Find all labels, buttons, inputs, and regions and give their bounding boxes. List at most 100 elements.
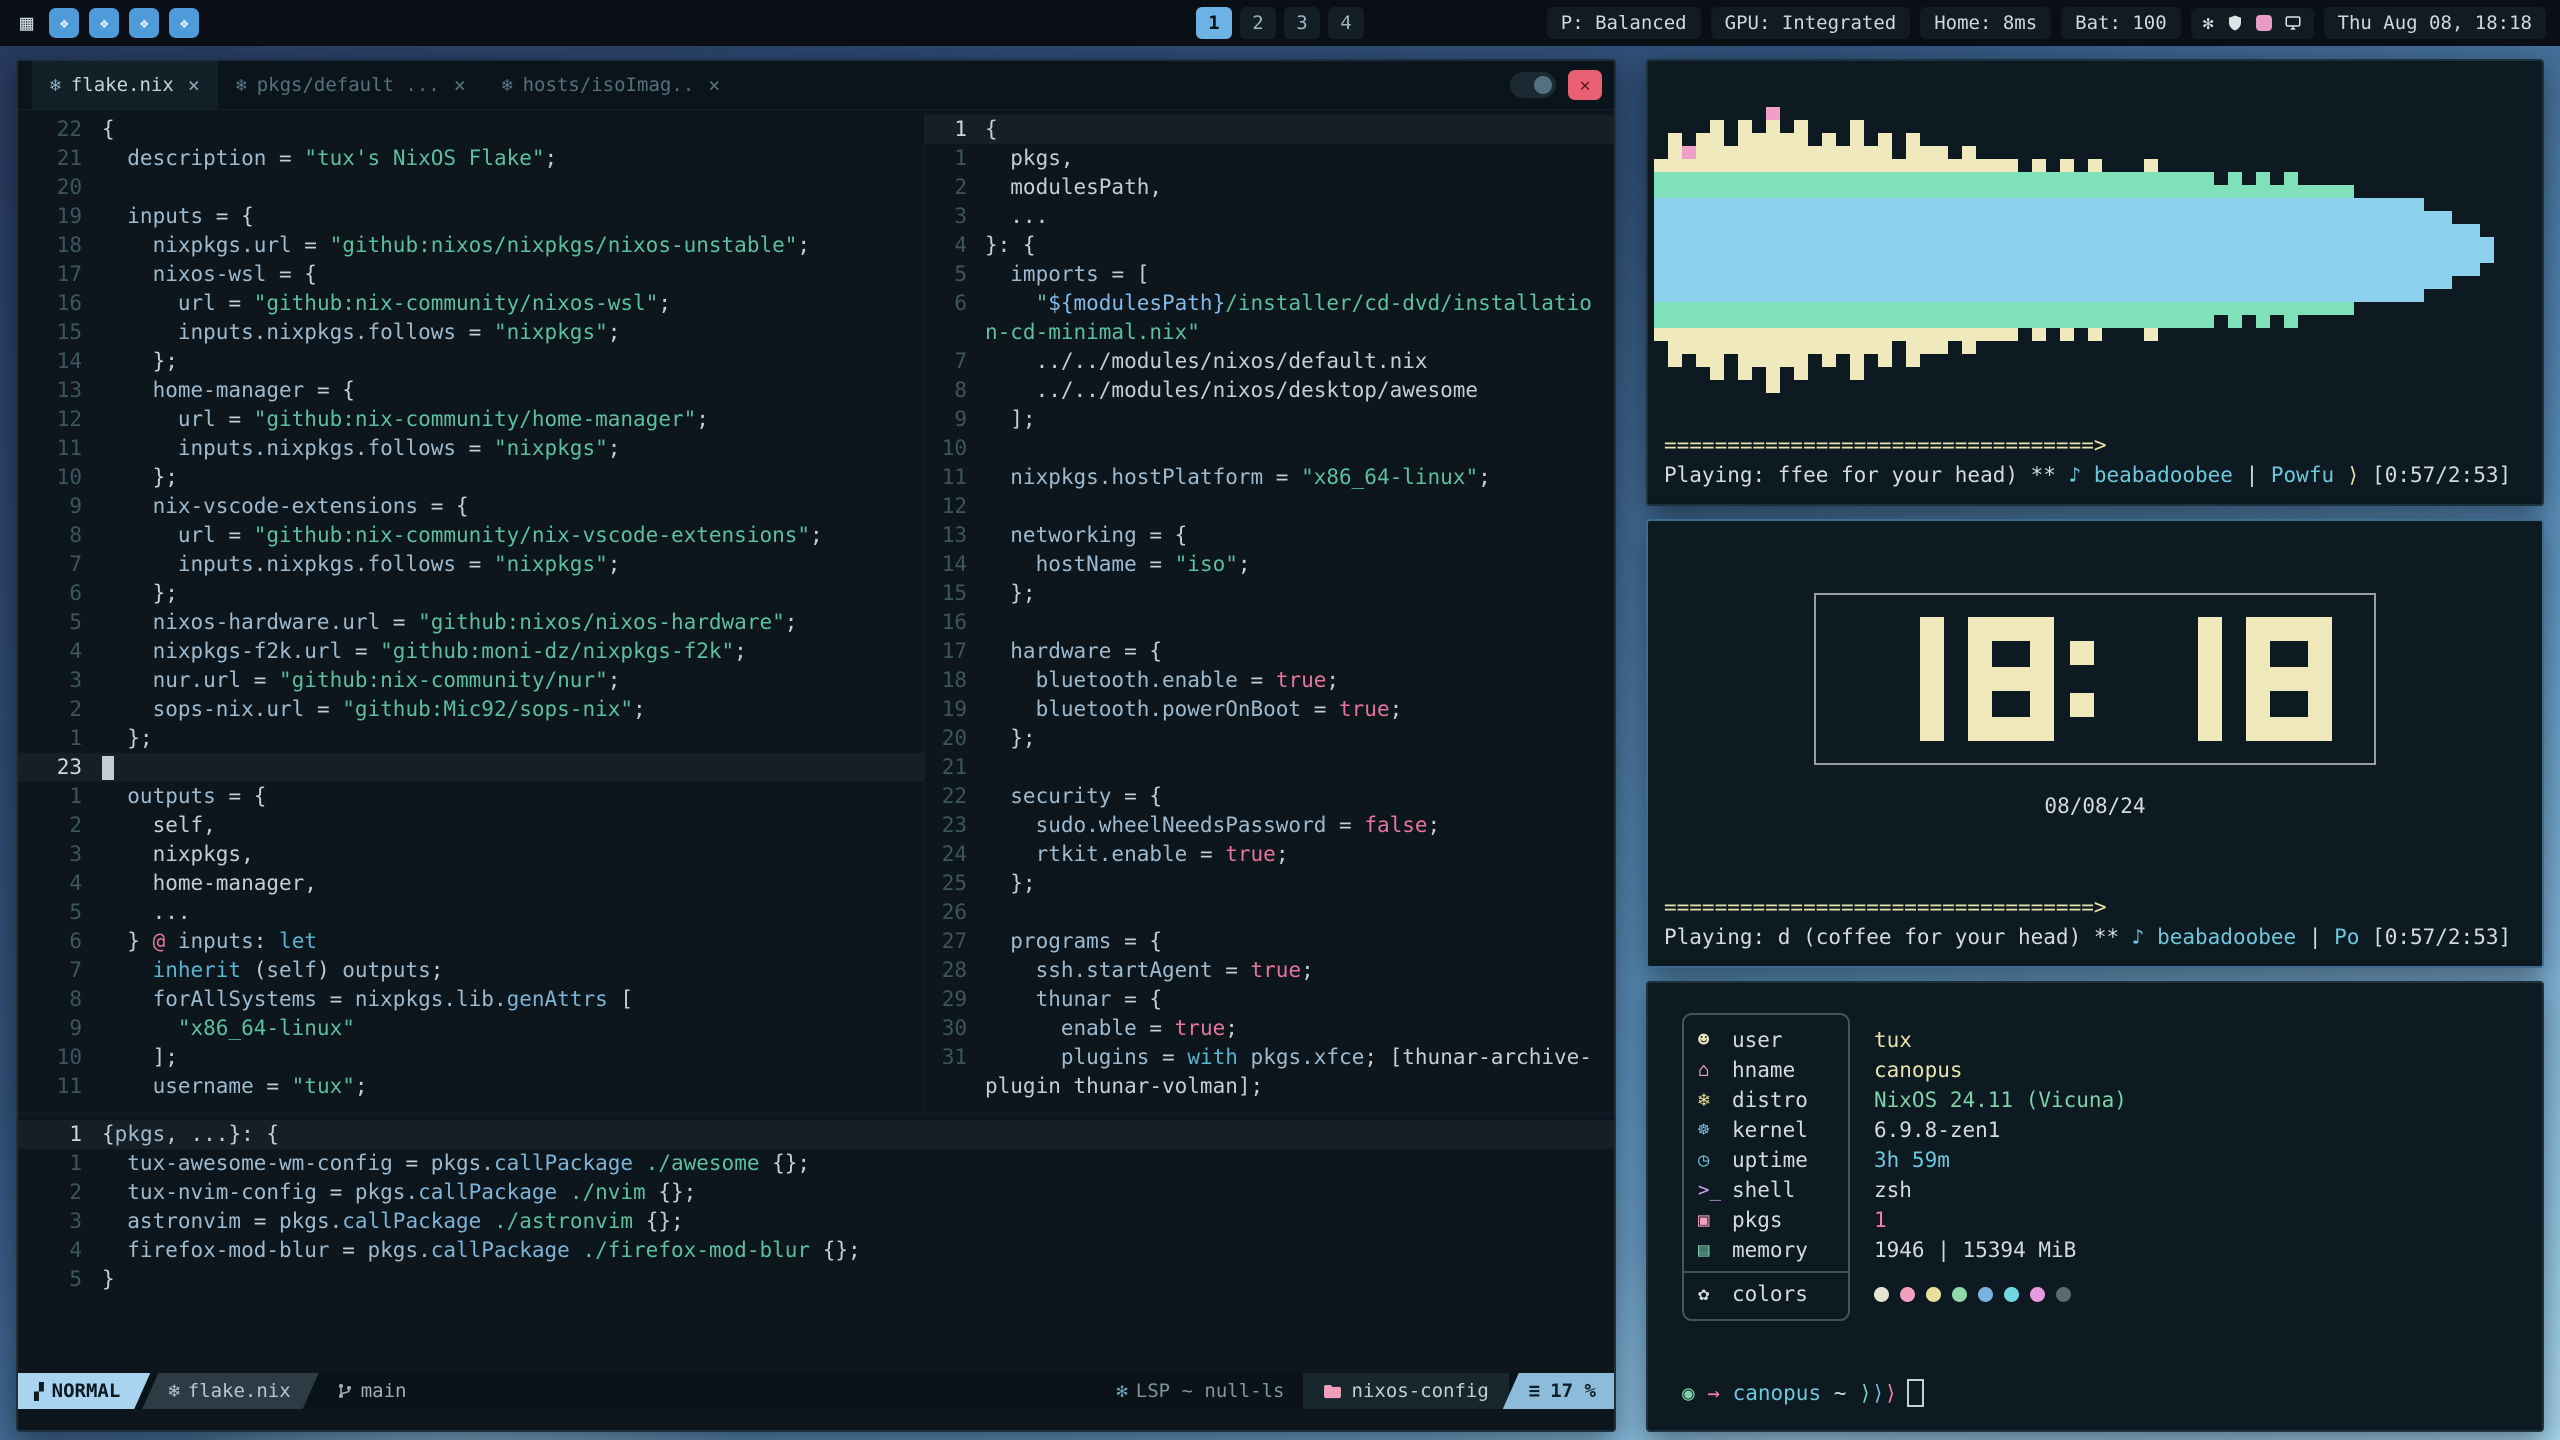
- nix-icon: ❄: [50, 75, 61, 96]
- fetch-value: NixOS 24.11 (Vicuna): [1874, 1085, 2127, 1115]
- tab-flake-nix[interactable]: ❄ flake.nix ×: [32, 61, 218, 109]
- taskbar-app-icon[interactable]: ❖: [49, 8, 79, 38]
- visualizer-column: [1808, 146, 1822, 354]
- nix-icon: ❄: [502, 75, 513, 96]
- code-line: 1 tux-awesome-wm-config = pkgs.callPacka…: [18, 1149, 1614, 1178]
- statusline: ▞NORMAL ❄flake.nix main ✻LSP ~ null-ls n…: [18, 1373, 1614, 1409]
- palette-dot: [1900, 1287, 1915, 1302]
- visualizer-column: [2200, 172, 2214, 328]
- visualizer-column: [2396, 198, 2410, 302]
- shell-icon: >_: [1698, 1175, 1732, 1205]
- visualizer-column: [2074, 172, 2088, 328]
- close-icon[interactable]: ×: [184, 73, 200, 97]
- now-playing-line: Playing: d (coffee for your head) ** ♪ b…: [1664, 922, 2526, 952]
- fetch-labels-box: ☻user⌂hname❄distro☸kernel◷uptime>_shell▣…: [1682, 1013, 1850, 1321]
- code-line: 4 home-manager,: [18, 869, 924, 898]
- toggle-switch[interactable]: [1510, 72, 1556, 98]
- tag-4[interactable]: 4: [1328, 7, 1364, 39]
- code-line: 6 "${modulesPath}/installer/cd-dvd/insta…: [925, 289, 1614, 318]
- fetch-value-row: tux: [1874, 1025, 2127, 1055]
- visualizer-column: [1668, 133, 1682, 367]
- code-line: plugin thunar-volman];: [925, 1072, 1614, 1101]
- close-icon[interactable]: ×: [704, 73, 720, 97]
- visualizer-window[interactable]: ==================================> Play…: [1646, 59, 2544, 506]
- fetch-label: memory: [1732, 1235, 1808, 1265]
- datetime[interactable]: Thu Aug 08, 18:18: [2324, 7, 2546, 39]
- fetch-row: ☸kernel: [1698, 1115, 1834, 1145]
- visualizer-column: [1682, 146, 1696, 354]
- code-line: 10 ];: [18, 1043, 924, 1072]
- tag-3[interactable]: 3: [1284, 7, 1320, 39]
- visualizer-column: [1766, 107, 1780, 393]
- fan-icon[interactable]: ✻: [2203, 13, 2214, 34]
- scroll-progress: ≡17 %: [1503, 1373, 1614, 1409]
- visualizer-column: [2368, 198, 2382, 302]
- tag-1[interactable]: 1: [1196, 7, 1232, 39]
- visualizer-column: [1864, 146, 1878, 354]
- visualizer-column: [1906, 133, 1920, 367]
- color-picker-icon[interactable]: [2256, 15, 2272, 31]
- fetch-value: canopus: [1874, 1055, 1963, 1085]
- clock-window[interactable]: 08/08/24 ===============================…: [1646, 519, 2544, 968]
- visualizer-column: [2032, 159, 2046, 341]
- fetch-label: shell: [1732, 1175, 1795, 1205]
- visualizer-column: [1850, 120, 1864, 380]
- taskbar-app-icon[interactable]: ❖: [129, 8, 159, 38]
- screen-icon[interactable]: [2284, 14, 2302, 32]
- visualizer-column: [1724, 146, 1738, 354]
- shield-icon[interactable]: [2226, 14, 2244, 32]
- visualizer-column: [1976, 159, 1990, 341]
- code-line: 4 nixpkgs-f2k.url = "github:moni-dz/nixp…: [18, 637, 924, 666]
- tab-hosts-isoimage[interactable]: ❄ hosts/isoImag.. ×: [484, 61, 738, 109]
- kernel-icon: ☸: [1698, 1115, 1732, 1145]
- editor-pane-pkgs-default[interactable]: 1{pkgs, ...}: {1 tux-awesome-wm-config =…: [18, 1113, 1614, 1373]
- git-branch: main: [319, 1373, 425, 1409]
- app-launcher-icon[interactable]: ▦: [14, 11, 39, 36]
- visualizer-column: [1948, 159, 1962, 341]
- code-line: 15 };: [925, 579, 1614, 608]
- taskbar-app-icon[interactable]: ❖: [89, 8, 119, 38]
- fetch-window[interactable]: ☻user⌂hname❄distro☸kernel◷uptime>_shell▣…: [1646, 981, 2544, 1432]
- editor-pane-flake-nix[interactable]: 22{21 description = "tux's NixOS Flake";…: [18, 110, 924, 1113]
- code-line: 7 ../../modules/nixos/default.nix: [925, 347, 1614, 376]
- code-line: 14 hostName = "iso";: [925, 550, 1614, 579]
- shell-prompt[interactable]: ◉ → canopus ~ ⟩⟩⟩: [1682, 1378, 2512, 1408]
- code-line: 11 inputs.nixpkgs.follows = "nixpkgs";: [18, 434, 924, 463]
- code-line: 5}: [18, 1265, 1614, 1294]
- code-line: 20: [18, 173, 924, 202]
- visualizer-column: [2354, 198, 2368, 302]
- visualizer-column: [2410, 198, 2424, 302]
- code-line: 21: [925, 753, 1614, 782]
- visualizer-column: [2172, 172, 2186, 328]
- palette-dot: [1978, 1287, 1993, 1302]
- code-line: 30 enable = true;: [925, 1014, 1614, 1043]
- memory-icon: ▤: [1698, 1235, 1732, 1265]
- fetch-row: ▤memory: [1698, 1235, 1834, 1265]
- distro-icon: ❄: [1698, 1085, 1732, 1115]
- command-line[interactable]: [18, 1409, 1614, 1430]
- lines-icon: ≡: [1529, 1380, 1540, 1402]
- visualizer-column: [2424, 211, 2438, 289]
- code-line: 23 sudo.wheelNeedsPassword = false;: [925, 811, 1614, 840]
- editor-pane-iso-image[interactable]: 1{1 pkgs,2 modulesPath,3 ...4}: {5 impor…: [924, 110, 1614, 1113]
- fetch-value-row: 1946 | 15394 MiB: [1874, 1235, 2127, 1265]
- status-area: P: Balanced GPU: Integrated Home: 8ms Ba…: [1547, 7, 2546, 39]
- code-line: 4 firefox-mod-blur = pkgs.callPackage ./…: [18, 1236, 1614, 1265]
- visualizer-column: [1990, 159, 2004, 341]
- editor-window[interactable]: ❄ flake.nix × ❄ pkgs/default ... × ❄ hos…: [16, 59, 1616, 1432]
- fetch-row: ⌂hname: [1698, 1055, 1834, 1085]
- code-line: 5 ...: [18, 898, 924, 927]
- code-line: 28 ssh.startAgent = true;: [925, 956, 1614, 985]
- gear-icon: ✻: [1116, 1380, 1127, 1402]
- tab-pkgs-default[interactable]: ❄ pkgs/default ... ×: [218, 61, 484, 109]
- code-line: 7 inputs.nixpkgs.follows = "nixpkgs";: [18, 550, 924, 579]
- tag-2[interactable]: 2: [1240, 7, 1276, 39]
- fetch-label: pkgs: [1732, 1205, 1783, 1235]
- window-close-button[interactable]: ✕: [1568, 70, 1602, 100]
- fetch-value-row: 3h 59m: [1874, 1145, 2127, 1175]
- palette-dot: [1874, 1287, 1889, 1302]
- visualizer-column: [2060, 159, 2074, 341]
- code-line: 7 inherit (self) outputs;: [18, 956, 924, 985]
- close-icon[interactable]: ×: [450, 73, 466, 97]
- taskbar-app-icon[interactable]: ❖: [169, 8, 199, 38]
